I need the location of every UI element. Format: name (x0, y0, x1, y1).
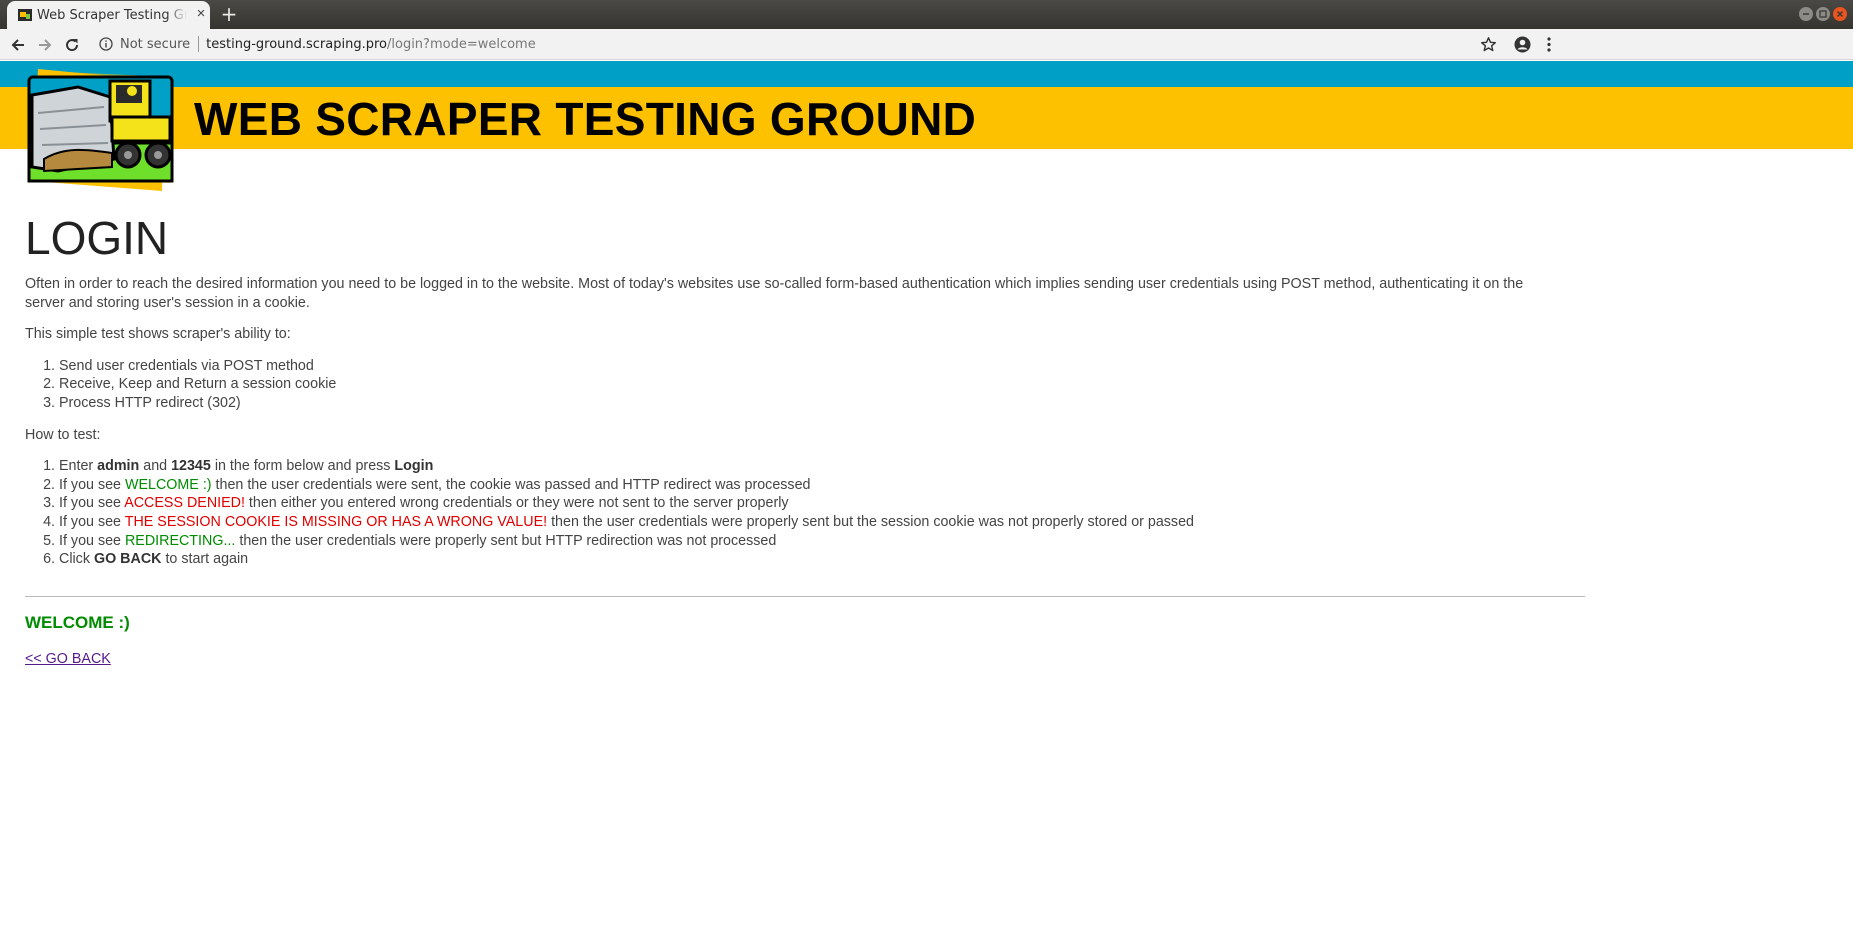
go-back-link[interactable]: << GO BACK (25, 651, 111, 667)
tab-title: Web Scraper Testing Ground (37, 8, 187, 23)
go-back-label: GO BACK (93, 551, 162, 568)
address-bar[interactable]: Not secure testing-ground.scraping.pro/l… (99, 36, 536, 52)
header-band-blue (0, 61, 1853, 87)
close-window-icon[interactable] (1833, 7, 1847, 21)
site-favicon-icon (18, 9, 32, 21)
username-value: admin (97, 458, 140, 475)
security-label: Not secure (120, 36, 191, 52)
ability-lead: This simple test shows scraper's ability… (25, 326, 291, 343)
web-page: WEB SCRAPER TESTING GROUND LOGIN Often i… (0, 61, 1853, 942)
list-item: Receive, Keep and Return a session cooki… (59, 375, 1565, 394)
access-denied-highlight: ACCESS DENIED! (124, 495, 245, 512)
minimize-window-icon[interactable] (1799, 7, 1813, 21)
url-path: /login?mode=welcome (387, 36, 536, 52)
list-item: If you see ACCESS DENIED! then either yo… (59, 494, 1565, 513)
ability-list: Send user credentials via POST method Re… (59, 357, 1565, 413)
list-item: Click GO BACK to start again (59, 550, 1565, 569)
browser-tabstrip: Web Scraper Testing Ground × + (0, 0, 1853, 29)
forward-arrow-icon[interactable] (35, 35, 55, 55)
howto-list: Enter admin and 12345 in the form below … (59, 457, 1565, 569)
url-text[interactable]: testing-ground.scraping.pro/login?mode=w… (206, 37, 536, 52)
new-tab-button[interactable]: + (219, 4, 239, 24)
account-icon[interactable] (1514, 36, 1531, 53)
browser-toolbar: Not secure testing-ground.scraping.pro/l… (0, 29, 1853, 60)
browser-tab[interactable]: Web Scraper Testing Ground × (7, 1, 210, 29)
bulldozer-logo-icon (27, 69, 174, 191)
list-item: Process HTTP redirect (302) (59, 394, 1565, 413)
divider (25, 595, 1585, 597)
list-item: If you see WELCOME :) then the user cred… (59, 476, 1565, 495)
address-separator (198, 36, 200, 52)
reload-icon[interactable] (62, 35, 82, 55)
back-arrow-icon[interactable] (8, 35, 28, 55)
page-title: LOGIN (25, 212, 169, 264)
list-item: Send user credentials via POST method (59, 357, 1565, 376)
maximize-window-icon[interactable] (1816, 7, 1830, 21)
info-icon[interactable] (99, 37, 113, 51)
cookie-missing-highlight: THE SESSION COOKIE IS MISSING OR HAS A W… (124, 513, 548, 530)
url-host: testing-ground.scraping.pro (206, 36, 387, 52)
list-item: If you see REDIRECTING... then the user … (59, 532, 1565, 551)
login-label: Login (394, 458, 434, 475)
main-content: LOGIN Often in order to reach the desire… (25, 211, 1585, 669)
list-item: Enter admin and 12345 in the form below … (59, 457, 1565, 476)
list-item: If you see THE SESSION COOKIE IS MISSING… (59, 513, 1565, 532)
password-value: 12345 (171, 458, 211, 475)
result-message: WELCOME :) (25, 612, 130, 632)
site-title: WEB SCRAPER TESTING GROUND (194, 93, 977, 145)
intro-paragraph: Often in order to reach the desired info… (25, 276, 1524, 311)
tab-close-icon[interactable]: × (193, 6, 209, 22)
redirecting-highlight: REDIRECTING... (124, 532, 236, 549)
browser-menu-icon[interactable] (1543, 36, 1555, 53)
welcome-highlight: WELCOME :) (124, 476, 212, 493)
bookmark-star-icon[interactable] (1480, 36, 1497, 53)
howto-lead: How to test: (25, 426, 101, 443)
